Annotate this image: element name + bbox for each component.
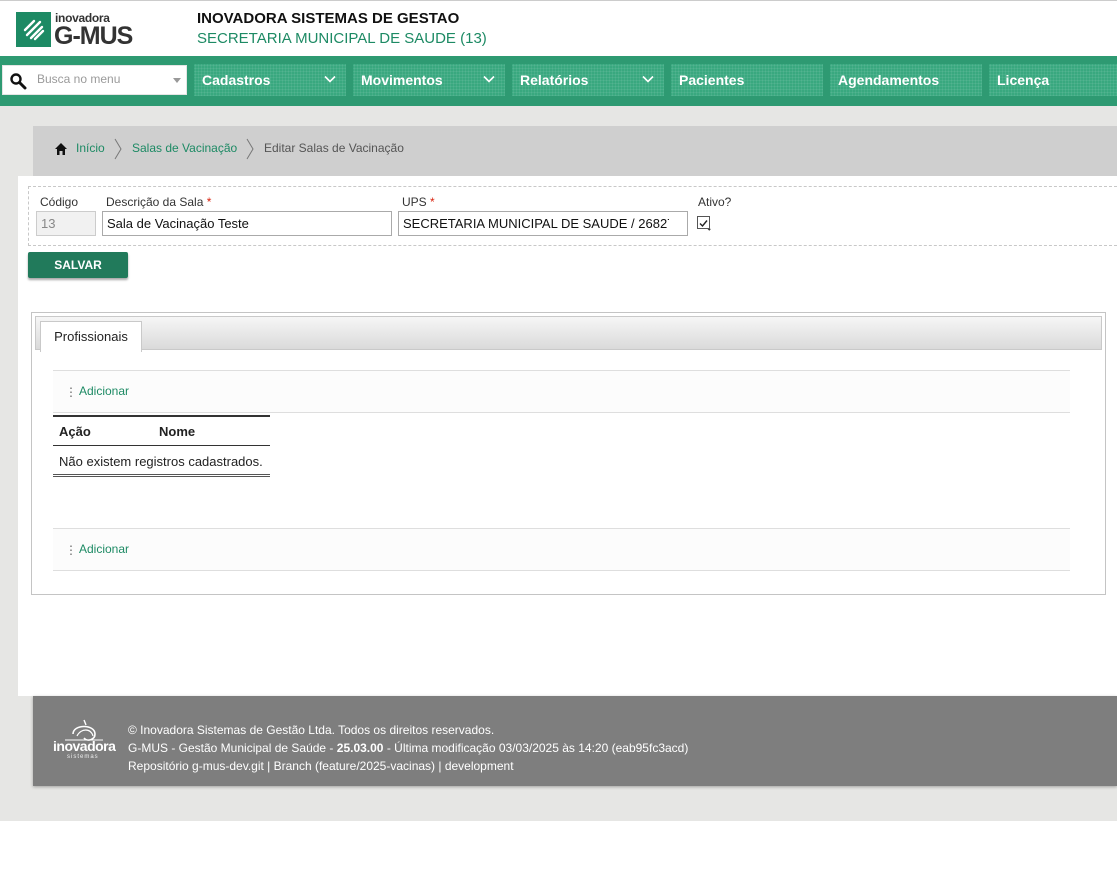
breadcrumb-separator-icon [114, 138, 122, 160]
column-header-nome[interactable]: Nome [159, 424, 195, 439]
nav-pacientes[interactable]: Pacientes [671, 64, 823, 96]
chevron-down-icon [483, 75, 495, 83]
gmus-logo[interactable]: inovadora G-MUS [16, 11, 134, 50]
tab-bar: Profissionais [35, 316, 1102, 352]
footer: inovadora sistemas © Inovadora Sistemas … [33, 696, 1117, 786]
column-header-acao[interactable]: Ação [59, 424, 91, 439]
nav-movimentos[interactable]: Movimentos [353, 64, 505, 96]
save-button[interactable]: SALVAR [28, 252, 128, 278]
nav-movimentos-label: Movimentos [361, 72, 443, 88]
profissionais-table: Ação Nome Não existem registros cadastra… [53, 415, 270, 477]
chevron-down-icon[interactable] [173, 78, 181, 83]
home-icon[interactable] [54, 142, 68, 156]
toolbar-top: ⋮ Adicionar [53, 370, 1070, 413]
search-icon[interactable] [9, 72, 27, 90]
chevron-down-icon [324, 75, 336, 83]
footer-version-number: 25.03.00 [336, 741, 384, 755]
nav-pacientes-label: Pacientes [679, 72, 745, 88]
breadcrumb: Início Salas de Vacinação Editar Salas d… [33, 126, 1117, 176]
footer-version-suffix: - Última modificação 03/03/2025 às 14:20… [383, 741, 689, 755]
footer-logo-subtext: sistemas [67, 754, 99, 760]
descricao-field[interactable] [102, 211, 392, 236]
required-marker: * [206, 195, 212, 209]
menu-search-input[interactable] [37, 72, 165, 86]
nav-agendamentos[interactable]: Agendamentos [830, 64, 982, 96]
codigo-field [36, 211, 96, 236]
codigo-label: Código [40, 195, 79, 209]
ativo-checkbox[interactable] [697, 216, 710, 229]
descricao-label-text: Descrição da Sala [106, 195, 204, 209]
menu-dots-icon: ⋮ [65, 543, 77, 557]
menu-dots-icon: ⋮ [65, 385, 77, 399]
ups-label-text: UPS [402, 195, 427, 209]
ups-field[interactable] [398, 211, 688, 236]
add-profissional-link[interactable]: Adicionar [79, 542, 129, 556]
breadcrumb-home-link[interactable]: Início [76, 141, 105, 155]
nav-relatorios[interactable]: Relatórios [512, 64, 664, 96]
footer-copyright: © Inovadora Sistemas de Gestão Ltda. Tod… [128, 723, 495, 737]
nav-relatorios-label: Relatórios [520, 72, 589, 88]
toolbar-bottom: ⋮ Adicionar [53, 528, 1070, 571]
organization-title: INOVADORA SISTEMAS DE GESTAO [197, 10, 460, 27]
footer-logo: inovadora sistemas [51, 716, 117, 764]
content-area: Código Descrição da Sala * UPS * Ativo? … [18, 176, 1117, 696]
nav-licenca-label: Licença [997, 72, 1050, 88]
app-header: inovadora G-MUS INOVADORA SISTEMAS DE GE… [0, 0, 1117, 56]
chevron-down-icon [642, 75, 654, 83]
footer-logo-text: inovadora [53, 738, 116, 754]
footer-version: G-MUS - Gestão Municipal de Saúde - 25.0… [128, 741, 688, 755]
add-profissional-link[interactable]: Adicionar [79, 384, 129, 398]
sala-form: Código Descrição da Sala * UPS * Ativo? [28, 186, 1117, 246]
footer-version-prefix: G-MUS - Gestão Municipal de Saúde - [128, 741, 337, 755]
menu-search [2, 65, 187, 95]
breadcrumb-current: Editar Salas de Vacinação [264, 141, 404, 155]
table-header: Ação Nome [53, 415, 270, 446]
footer-repository: Repositório g-mus-dev.git | Branch (feat… [128, 759, 514, 773]
breadcrumb-section-link[interactable]: Salas de Vacinação [132, 141, 237, 155]
ativo-label: Ativo? [698, 195, 732, 209]
checkmark-icon [699, 220, 708, 228]
main-menu-bar: Cadastros Movimentos Relatórios Paciente… [0, 56, 1117, 112]
nav-agendamentos-label: Agendamentos [838, 72, 940, 88]
descricao-label: Descrição da Sala * [106, 195, 211, 209]
empty-message: Não existem registros cadastrados. [59, 454, 263, 469]
nav-licenca[interactable]: Licença [989, 64, 1117, 96]
tab-profissionais[interactable]: Profissionais [40, 321, 142, 352]
breadcrumb-separator-icon [246, 138, 254, 160]
required-marker: * [430, 195, 435, 209]
table-empty-row: Não existem registros cadastrados. [53, 446, 270, 477]
nav-cadastros-label: Cadastros [202, 72, 271, 88]
tabs-panel: Profissionais ⋮ Adicionar Ação Nome Não … [31, 312, 1106, 595]
logo-product-text: G-MUS [54, 22, 133, 50]
logo-mark-icon [16, 12, 51, 47]
nav-cadastros[interactable]: Cadastros [194, 64, 346, 96]
organization-subtitle: SECRETARIA MUNICIPAL DE SAUDE (13) [197, 30, 487, 47]
ups-label: UPS * [402, 195, 435, 209]
